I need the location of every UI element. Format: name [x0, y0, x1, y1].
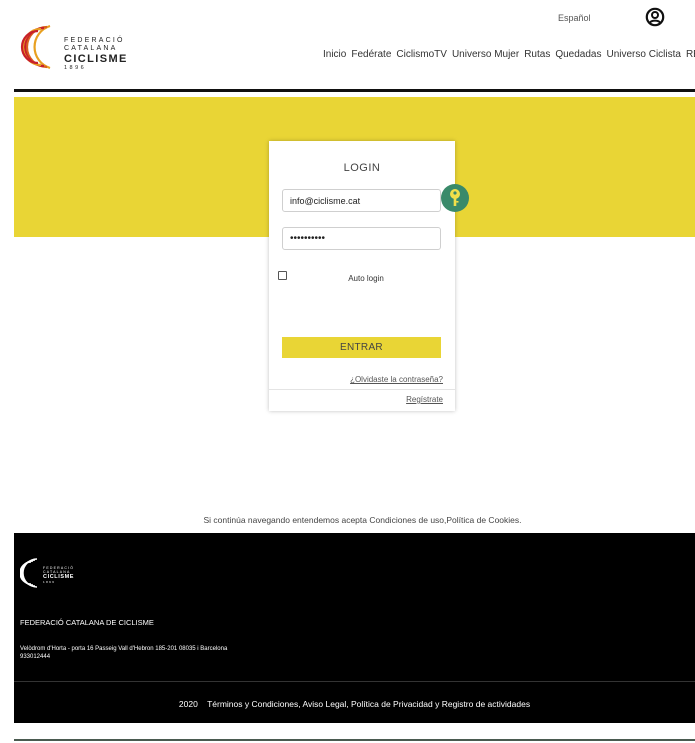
login-title: LOGIN: [343, 162, 381, 174]
nav-item-ciclismotv[interactable]: CiclismoTV: [396, 49, 447, 60]
logo-text: FEDERACIÓ CATALANA CICLISME 1896: [64, 37, 128, 72]
logo-line-2: CATALANA: [64, 45, 118, 52]
password-field[interactable]: [282, 227, 441, 250]
language-selector[interactable]: Español: [558, 13, 591, 23]
footer-logo-line-4: 1896: [43, 580, 56, 584]
login-panel: LOGIN Auto login ENTRAR ¿Olvidaste la co…: [269, 141, 469, 411]
logo-line-4: 1896: [64, 65, 87, 71]
footer-legal-links[interactable]: Términos y Condiciones, Aviso Legal, Pol…: [207, 699, 530, 709]
page-bottom-divider: [14, 739, 695, 741]
logo-line-3: CICLISME: [64, 53, 128, 65]
footer-address: Velòdrom d'Horta - porta 16 Passeig Vall…: [20, 646, 228, 652]
nav-item-universo-mujer[interactable]: Universo Mujer: [452, 49, 519, 60]
enter-button[interactable]: ENTRAR: [282, 337, 441, 358]
cookie-notice[interactable]: Si continúa navegando entendemos acepta …: [0, 515, 695, 525]
footer-logo-text: FEDERACIÓ CATALANA CICLISME 1896: [43, 566, 74, 584]
footer-logo-arcs-icon: [19, 558, 38, 588]
forgot-password-link[interactable]: ¿Olvidaste la contraseña?: [350, 375, 443, 384]
nav-item-universo-ciclista[interactable]: Universo Ciclista: [606, 49, 680, 60]
footer-contact: Velòdrom d'Horta - porta 16 Passeig Vall…: [20, 645, 227, 661]
auto-login-label: Auto login: [348, 274, 384, 283]
nav-item-quedadas[interactable]: Quedadas: [555, 49, 601, 60]
footer-year: 2020: [178, 699, 198, 709]
footer-org-name: FEDERACIÓ CATALANA DE CICLISME: [20, 618, 154, 627]
nav-item-federate[interactable]: Fedérate: [351, 49, 391, 60]
footer-legal: 2020 Términos y Condiciones, Aviso Legal…: [14, 699, 695, 709]
nav-item-re[interactable]: RE: [686, 49, 695, 60]
user-icon[interactable]: [645, 7, 665, 27]
logo-arcs-icon: [20, 24, 51, 70]
login-divider: [269, 389, 455, 390]
nav-item-rutas[interactable]: Rutas: [524, 49, 550, 60]
nav-item-inicio[interactable]: Inicio: [323, 49, 346, 60]
site-footer: FEDERACIÓ CATALANA CICLISME 1896 FEDERAC…: [14, 533, 695, 723]
main-nav: Inicio Fedérate CiclismoTV Universo Muje…: [323, 49, 695, 60]
footer-phone: 933012444: [20, 654, 51, 660]
footer-logo[interactable]: FEDERACIÓ CATALANA CICLISME 1896: [19, 558, 80, 588]
email-field[interactable]: [282, 189, 441, 212]
site-logo[interactable]: FEDERACIÓ CATALANA CICLISME 1896: [20, 24, 140, 72]
header-divider: [14, 89, 695, 92]
key-icon: [441, 184, 469, 212]
footer-divider: [14, 681, 695, 682]
site-header: FEDERACIÓ CATALANA CICLISME 1896 Español…: [0, 0, 695, 92]
register-link[interactable]: Regístrate: [406, 395, 443, 404]
logo-line-1: FEDERACIÓ: [64, 37, 125, 44]
